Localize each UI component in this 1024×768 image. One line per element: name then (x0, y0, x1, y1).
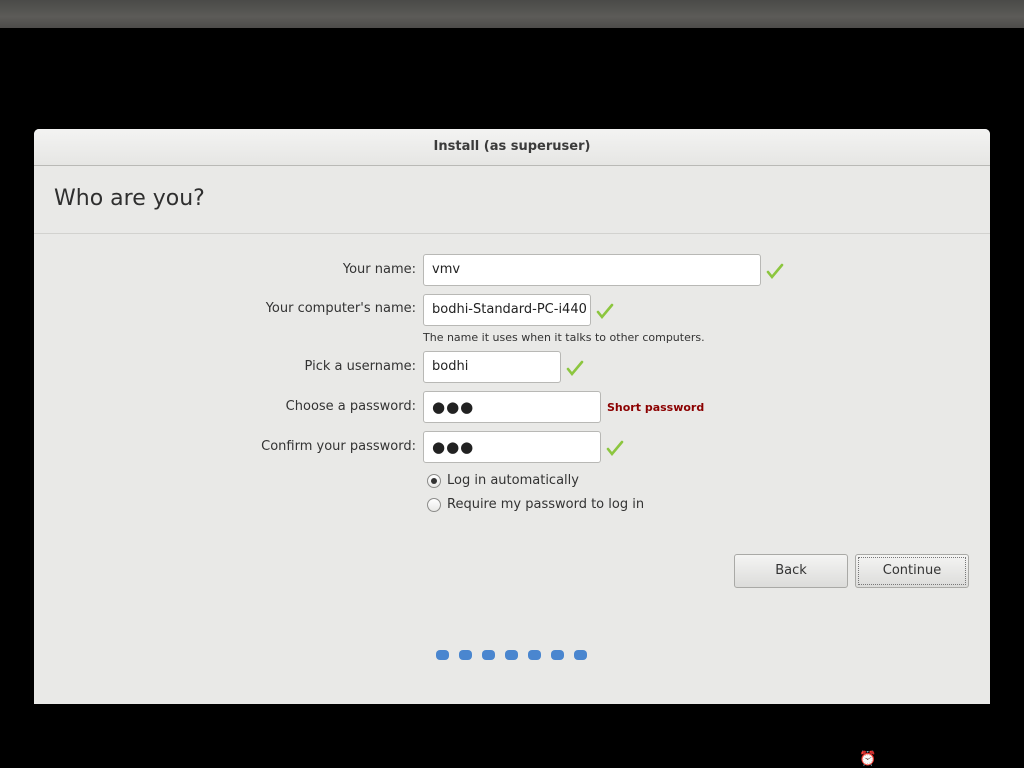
login-automatically-label: Log in automatically (447, 473, 579, 488)
computer-name-hint: The name it uses when it talks to other … (423, 331, 705, 344)
back-button[interactable]: Back (734, 554, 848, 588)
require-password-radio[interactable] (427, 498, 441, 512)
progress-dot (528, 650, 541, 660)
progress-dot (459, 650, 472, 660)
confirm-password-label: Confirm your password: (261, 439, 416, 454)
username-valid-checkmark-icon (566, 360, 584, 377)
password-strength-warning: Short password (607, 401, 705, 414)
username-field[interactable]: bodhi (423, 351, 561, 383)
top-panel (0, 0, 1024, 28)
progress-dot (551, 650, 564, 660)
name-field[interactable]: vmv (423, 254, 761, 286)
installer-window: Install (as superuser) Who are you? Your… (34, 129, 990, 704)
page-title: Who are you? (54, 186, 205, 211)
continue-button[interactable]: Continue (855, 554, 969, 588)
progress-dot (436, 650, 449, 660)
computer-name-label: Your computer's name: (265, 301, 416, 316)
password-label: Choose a password: (285, 399, 416, 414)
confirm-password-valid-checkmark-icon (606, 440, 624, 457)
name-label: Your name: (342, 262, 416, 277)
computer-name-valid-checkmark-icon (596, 303, 614, 320)
username-label: Pick a username: (304, 359, 416, 374)
alarm-clock-icon[interactable]: ⏰ (859, 751, 876, 767)
progress-dot (482, 650, 495, 660)
confirm-password-field[interactable]: ●●● (423, 431, 601, 463)
require-password-label: Require my password to log in (447, 497, 645, 512)
progress-dot (505, 650, 518, 660)
computer-name-field[interactable]: bodhi-Standard-PC-i440 (423, 294, 591, 326)
name-valid-checkmark-icon (766, 263, 784, 280)
login-automatically-radio[interactable] (427, 474, 441, 488)
window-title: Install (as superuser) (34, 129, 990, 166)
progress-dot (574, 650, 587, 660)
password-field[interactable]: ●●● (423, 391, 601, 423)
page-header: Who are you? (34, 166, 990, 234)
